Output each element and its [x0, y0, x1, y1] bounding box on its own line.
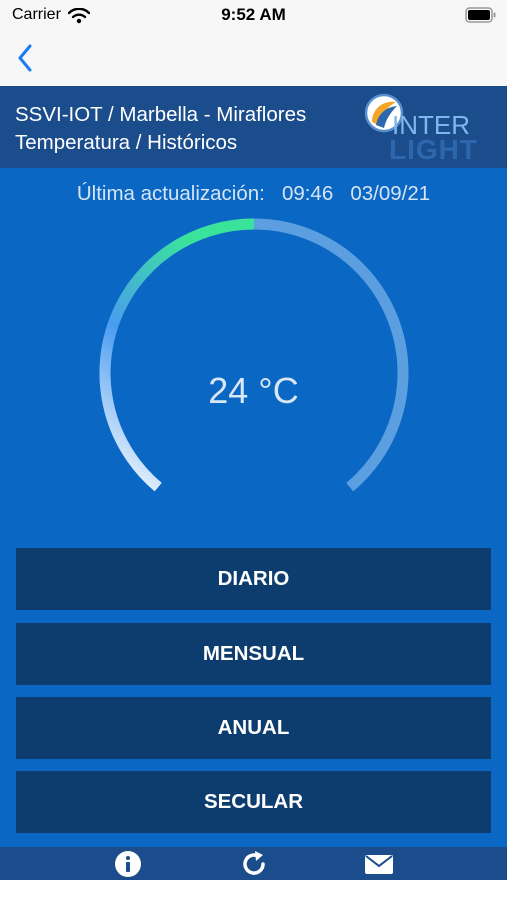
back-button[interactable] [8, 40, 42, 76]
bottom-toolbar [0, 847, 507, 880]
yearly-button[interactable]: ANUAL [16, 697, 491, 759]
info-icon [115, 851, 141, 877]
page-title: SSVI-IOT / Marbella - Miraflores [15, 103, 307, 126]
chevron-left-icon [18, 44, 32, 72]
refresh-icon [243, 851, 265, 875]
page-subtitle: Temperatura / Históricos [15, 131, 238, 154]
info-button[interactable] [113, 849, 143, 879]
last-update-label: Última actualización: [76, 182, 265, 205]
monthly-button[interactable]: MENSUAL [16, 623, 491, 685]
refresh-button[interactable] [239, 849, 269, 879]
navigation-bar [0, 32, 507, 86]
daily-button[interactable]: DIARIO [16, 548, 491, 610]
battery-icon [465, 7, 497, 28]
last-update-time: 09:46 [281, 182, 334, 205]
last-update-date: 03/09/21 [350, 182, 431, 205]
mail-button[interactable] [364, 849, 394, 879]
last-update: Última actualización: 09:46 03/09/21 [0, 182, 507, 206]
secular-button[interactable]: SECULAR [16, 771, 491, 833]
home-indicator-area [0, 880, 507, 900]
logo-text-bottom: LIGHT [389, 134, 478, 165]
temperature-value: 24 °C [208, 370, 299, 411]
mail-icon [365, 855, 393, 874]
status-time: 9:52 AM [221, 5, 286, 24]
status-bar: Carrier 9:52 AM [0, 0, 507, 32]
interlight-logo: INTER LIGHT [362, 92, 492, 164]
gauge-fill [99, 218, 255, 492]
